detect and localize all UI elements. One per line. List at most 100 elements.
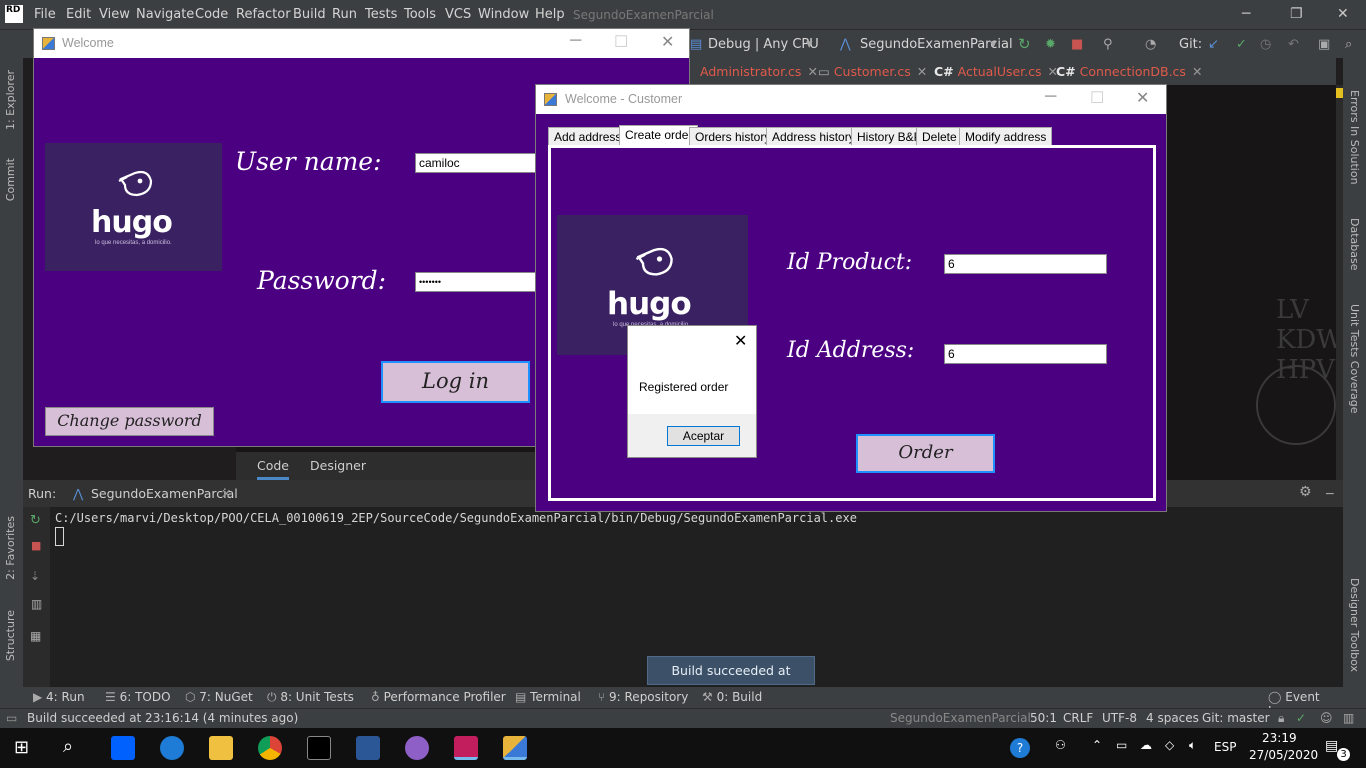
network-icon[interactable]: ◇ — [1165, 738, 1174, 752]
menu-refactor[interactable]: Refactor — [236, 7, 291, 22]
username-field[interactable]: camiloc — [415, 153, 537, 173]
status-encoding[interactable]: UTF-8 — [1102, 711, 1137, 725]
trash-icon[interactable]: ▥ — [31, 597, 42, 611]
close-icon[interactable]: ✕ — [1136, 88, 1149, 108]
menu-tests[interactable]: Tests — [365, 7, 397, 22]
tab-connectiondb[interactable]: C# ConnectionDB.cs ✕ — [1056, 64, 1202, 79]
profiler-tool-button[interactable]: ♁ Performance Profiler — [371, 690, 506, 704]
close-icon[interactable]: ✕ — [807, 64, 817, 79]
close-icon[interactable]: ✕ — [221, 486, 231, 501]
status-indent[interactable]: 4 spaces — [1146, 711, 1199, 725]
attach-icon[interactable]: ⚲ — [1103, 37, 1113, 52]
git-commit-icon[interactable]: ✓ — [1236, 37, 1247, 52]
memory-icon[interactable]: ▥ — [1343, 711, 1354, 725]
id-product-field[interactable]: 6 — [944, 254, 1107, 274]
explorer-tool-tab[interactable]: 1: Explorer — [4, 70, 17, 130]
status-position[interactable]: 50:1 — [1030, 711, 1057, 725]
nuget-tool-button[interactable]: ⬡ 7: NuGet — [185, 690, 253, 704]
tab-customer[interactable]: ▭ Customer.cs ✕ — [818, 64, 927, 79]
id-address-field[interactable]: 6 — [944, 344, 1107, 364]
unit-tests-coverage-tool-tab[interactable]: Unit Tests Coverage — [1348, 304, 1361, 413]
ok-button[interactable]: Aceptar — [667, 426, 740, 446]
menu-window[interactable]: Window — [478, 7, 529, 22]
tab-designer[interactable]: Designer — [310, 458, 366, 473]
tab-add-address[interactable]: Add address — [548, 127, 628, 147]
commit-tool-tab[interactable]: Commit — [4, 158, 17, 201]
profiler-icon[interactable]: ◔ — [1145, 37, 1156, 52]
tab-actualuser[interactable]: C# ActualUser.cs ✕ — [934, 64, 1058, 79]
minimize-icon[interactable]: ─ — [1045, 88, 1056, 106]
password-field[interactable]: ••••••• — [415, 272, 537, 292]
minimize-icon[interactable]: ─ — [1242, 6, 1250, 22]
git-update-icon[interactable]: ↙ — [1208, 37, 1219, 52]
search-icon[interactable]: ⌕ — [63, 736, 73, 757]
login-button[interactable]: Log in — [381, 361, 530, 403]
close-icon[interactable]: ✕ — [1337, 6, 1349, 22]
word-icon[interactable] — [356, 736, 380, 760]
designer-toolbox-tool-tab[interactable]: Designer Toolbox — [1348, 578, 1361, 672]
menu-build[interactable]: Build — [293, 7, 326, 22]
chrome-icon[interactable] — [258, 736, 282, 760]
tab-orders-history[interactable]: Orders history — [689, 127, 777, 147]
language-indicator[interactable]: ESP — [1214, 740, 1236, 754]
status-message[interactable]: Build succeeded at 23:16:14 (4 minutes a… — [27, 711, 298, 725]
intellij-icon[interactable] — [307, 736, 331, 760]
minimize-icon[interactable]: ─ — [570, 32, 581, 50]
tab-code[interactable]: Code — [257, 458, 290, 480]
menu-edit[interactable]: Edit — [66, 7, 91, 22]
run-tab[interactable]: SegundoExamenParcial — [91, 486, 238, 501]
edge-icon[interactable] — [160, 736, 184, 760]
rider-icon[interactable] — [454, 736, 478, 760]
stop-icon[interactable]: ■ — [31, 539, 41, 552]
maximize-icon[interactable]: ❐ — [1290, 6, 1303, 22]
change-password-button[interactable]: Change password — [45, 407, 214, 436]
menu-tools[interactable]: Tools — [404, 7, 436, 22]
close-icon[interactable]: ✕ — [734, 331, 747, 351]
close-icon[interactable]: ✕ — [917, 64, 927, 79]
menu-run[interactable]: Run — [332, 7, 357, 22]
sort-icon[interactable]: ⇣ — [30, 569, 40, 583]
gear-icon[interactable]: ⚙ — [1299, 484, 1312, 500]
git-history-icon[interactable]: ◷ — [1260, 37, 1271, 52]
lock-icon[interactable]: 🔒︎ — [1278, 711, 1284, 726]
console-cursor[interactable] — [55, 527, 64, 546]
file-explorer-icon[interactable] — [209, 736, 233, 760]
battery-icon[interactable]: ▭ — [1116, 738, 1127, 752]
menu-help[interactable]: Help — [535, 7, 565, 22]
run-tool-button[interactable]: ▶ 4: Run — [33, 690, 85, 704]
status-git-branch[interactable]: Git: master — [1202, 711, 1270, 725]
github-desktop-icon[interactable] — [405, 736, 429, 760]
unit-tests-tool-button[interactable]: ⏻ 8: Unit Tests — [267, 690, 354, 705]
repository-tool-button[interactable]: ⑂ 9: Repository — [598, 690, 688, 704]
layout-icon[interactable]: ▦ — [30, 629, 41, 643]
tab-delete[interactable]: Delete — [916, 127, 963, 147]
git-rollback-icon[interactable]: ↶ — [1288, 37, 1299, 52]
favorites-tool-tab[interactable]: 2: Favorites — [4, 516, 17, 580]
menu-file[interactable]: File — [34, 7, 56, 22]
search-icon[interactable]: ⌕ — [1345, 37, 1352, 52]
help-icon[interactable]: ? — [1010, 738, 1030, 758]
rerun-icon[interactable]: ↻ — [1018, 35, 1031, 53]
structure-tool-tab[interactable]: Structure — [4, 610, 17, 661]
build-tool-button[interactable]: ⚒ 0: Build — [702, 690, 762, 704]
login-window-titlebar[interactable]: Welcome ─ ☐ ✕ — [34, 29, 689, 58]
errors-tool-tab[interactable]: Errors In Solution — [1348, 90, 1361, 185]
hide-panel-icon[interactable]: ─ — [1326, 486, 1334, 501]
tab-create-order[interactable]: Create order — [619, 125, 699, 147]
rerun-icon[interactable]: ↻ — [30, 513, 41, 528]
chevron-down-icon[interactable]: ▾ — [990, 37, 997, 52]
customer-window-titlebar[interactable]: Welcome - Customer ─ ☐ ✕ — [536, 85, 1166, 114]
cloud-icon[interactable]: ☁ — [1140, 738, 1152, 752]
tab-modify-address[interactable]: Modify address — [959, 127, 1053, 147]
menu-vcs[interactable]: VCS — [445, 7, 471, 22]
menu-view[interactable]: View — [99, 7, 130, 22]
build-config-select[interactable]: Debug | Any CPU — [708, 37, 819, 52]
winforms-app-icon[interactable] — [503, 736, 527, 760]
layout-icon[interactable]: ▣ — [1318, 37, 1330, 52]
status-project[interactable]: SegundoExamenParcial — [890, 711, 1031, 725]
debug-icon[interactable]: ✹ — [1045, 37, 1056, 52]
inspection-icon[interactable]: ☺ — [1320, 711, 1333, 725]
chevron-down-icon[interactable]: ▾ — [806, 37, 813, 52]
todo-tool-button[interactable]: ☰ 6: TODO — [105, 690, 171, 704]
chevron-up-icon[interactable]: ⌃ — [1092, 738, 1102, 752]
